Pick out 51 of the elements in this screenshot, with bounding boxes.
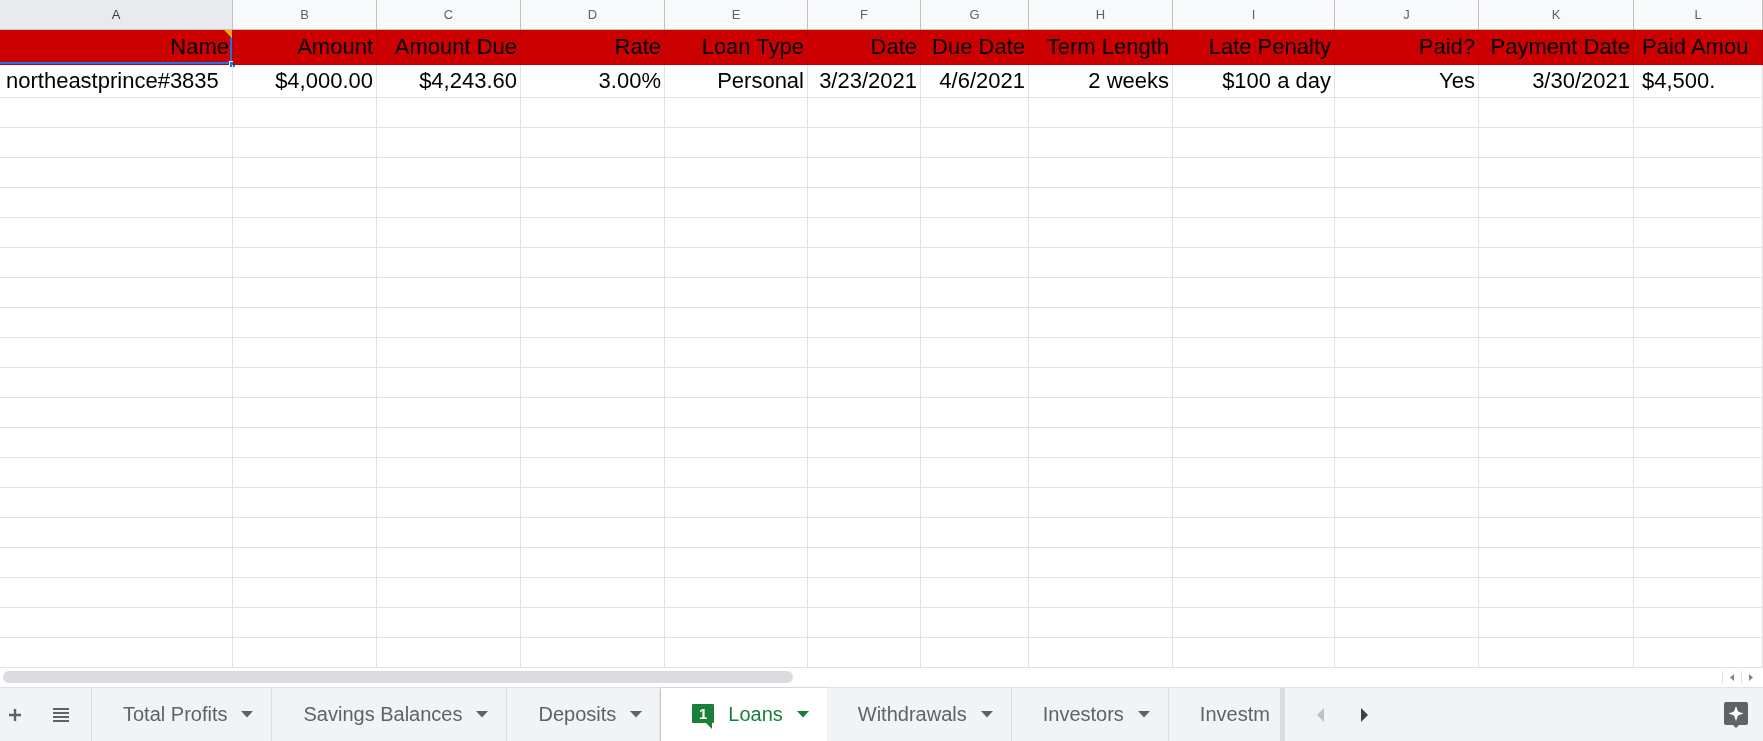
header-cell: Late Penalty: [1173, 30, 1335, 65]
column-header[interactable]: L: [1634, 0, 1763, 29]
table-cell: 3.00%: [521, 65, 665, 98]
header-cell: Rate: [521, 30, 665, 65]
column-header[interactable]: B: [233, 0, 377, 29]
sheet-tab[interactable]: 1 Loans: [661, 688, 827, 741]
table-cell: $4,500.: [1634, 65, 1763, 98]
column-header[interactable]: G: [921, 0, 1029, 29]
header-cell: Date: [808, 30, 921, 65]
column-header[interactable]: F: [808, 0, 921, 29]
table-cell: $100 a day: [1173, 65, 1335, 98]
header-cell: Term Length: [1029, 30, 1173, 65]
header-cell: Payment Date: [1479, 30, 1634, 65]
column-header[interactable]: C: [377, 0, 521, 29]
tab-label: Deposits: [538, 703, 617, 726]
caret-icon[interactable]: [241, 711, 254, 718]
caret-icon[interactable]: [630, 711, 643, 718]
header-cell: Due Date: [921, 30, 1029, 65]
table-cell: 2 weeks: [1029, 65, 1173, 98]
header-cell: Paid?: [1335, 30, 1479, 65]
table-cell: 3/30/2021: [1479, 65, 1634, 98]
caret-icon[interactable]: [1137, 711, 1150, 718]
tab-label: Loans: [728, 703, 783, 726]
table-cell: 3/23/2021: [808, 65, 921, 98]
header-cell: Amount Due: [377, 30, 521, 65]
table-cell: $4,000.00: [233, 65, 377, 98]
column-header[interactable]: J: [1335, 0, 1479, 29]
column-header[interactable]: D: [521, 0, 665, 29]
column-header[interactable]: E: [665, 0, 808, 29]
scrollbar-thumb[interactable]: [3, 671, 793, 683]
tab-label: Savings Balances: [303, 703, 463, 726]
table-cell: Yes: [1335, 65, 1479, 98]
header-cell: Loan Type: [665, 30, 808, 65]
caret-icon[interactable]: [476, 711, 489, 718]
table-cell: northeastprince#3835: [0, 65, 233, 98]
table-cell: $4,243.60: [377, 65, 521, 98]
tab-label: Investm: [1199, 703, 1270, 726]
column-header[interactable]: K: [1479, 0, 1634, 29]
caret-icon[interactable]: [796, 711, 809, 718]
caret-icon[interactable]: [980, 711, 993, 718]
header-cell: Paid Amou: [1634, 30, 1763, 65]
table-cell: 4/6/2021: [921, 65, 1029, 98]
tab-label: Withdrawals: [857, 703, 967, 726]
header-cell: Name: [0, 30, 233, 65]
header-cell: Amount: [233, 30, 377, 65]
table-cell: Personal: [665, 65, 808, 98]
column-header[interactable]: H: [1029, 0, 1173, 29]
column-header[interactable]: I: [1173, 0, 1335, 29]
tab-label: Investors: [1042, 703, 1124, 726]
tab-label: Total Profits: [123, 703, 228, 726]
column-header[interactable]: A: [0, 0, 233, 29]
